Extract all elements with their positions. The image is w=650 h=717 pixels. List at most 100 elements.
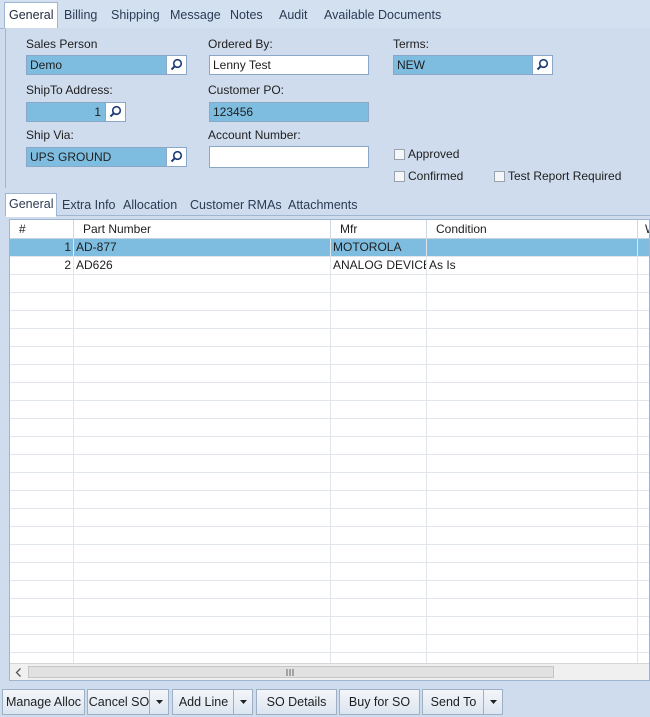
line-tab-general[interactable]: General	[5, 193, 58, 217]
table-cell[interactable]	[10, 527, 74, 545]
table-cell[interactable]	[331, 329, 427, 347]
table-cell[interactable]	[638, 365, 649, 383]
table-cell[interactable]	[331, 491, 427, 509]
table-cell[interactable]	[427, 527, 638, 545]
tab-general[interactable]: General	[4, 2, 59, 29]
table-cell[interactable]	[10, 599, 74, 617]
table-cell[interactable]	[638, 455, 649, 473]
table-cell[interactable]	[638, 635, 649, 653]
tab-audit[interactable]: Audit	[276, 3, 311, 27]
table-cell[interactable]	[638, 599, 649, 617]
table-cell[interactable]	[74, 635, 331, 653]
table-cell[interactable]	[331, 545, 427, 563]
empty-table-row[interactable]	[10, 455, 649, 473]
empty-table-row[interactable]	[10, 419, 649, 437]
table-cell[interactable]	[74, 347, 331, 365]
table-cell[interactable]	[10, 293, 74, 311]
table-cell[interactable]	[331, 419, 427, 437]
table-cell[interactable]	[427, 293, 638, 311]
table-cell[interactable]	[638, 437, 649, 455]
table-cell[interactable]	[638, 257, 649, 275]
table-cell[interactable]	[331, 473, 427, 491]
buy-for-so-button[interactable]: Buy for SO	[339, 689, 420, 715]
empty-table-row[interactable]	[10, 491, 649, 509]
test-report-required-checkbox[interactable]	[494, 171, 505, 182]
empty-table-row[interactable]	[10, 473, 649, 491]
table-cell[interactable]	[638, 527, 649, 545]
ship-via-lookup-button[interactable]	[166, 148, 186, 166]
table-cell[interactable]	[74, 401, 331, 419]
table-cell[interactable]	[427, 347, 638, 365]
table-cell[interactable]	[638, 419, 649, 437]
table-cell[interactable]	[638, 311, 649, 329]
tab-message[interactable]: Message	[167, 3, 224, 27]
table-cell[interactable]	[331, 455, 427, 473]
horizontal-scrollbar[interactable]	[10, 663, 649, 680]
table-cell[interactable]	[10, 275, 74, 293]
cancel-so-dropdown[interactable]	[149, 690, 168, 714]
table-row[interactable]: 1 AD-877 MOTOROLA	[10, 239, 649, 257]
table-cell[interactable]	[74, 419, 331, 437]
tab-shipping[interactable]: Shipping	[108, 3, 163, 27]
table-cell[interactable]	[74, 563, 331, 581]
table-cell[interactable]	[74, 293, 331, 311]
table-cell[interactable]	[10, 347, 74, 365]
table-cell[interactable]	[10, 473, 74, 491]
table-cell[interactable]: MOTOROLA	[331, 239, 427, 257]
table-cell[interactable]	[331, 311, 427, 329]
empty-table-row[interactable]	[10, 617, 649, 635]
table-cell[interactable]	[427, 437, 638, 455]
table-cell[interactable]	[74, 617, 331, 635]
ordered-by-field[interactable]: Lenny Test	[209, 55, 369, 75]
table-row[interactable]: 2 AD626 ANALOG DEVICE As Is	[10, 257, 649, 275]
empty-table-row[interactable]	[10, 509, 649, 527]
table-cell[interactable]	[638, 491, 649, 509]
table-cell[interactable]	[638, 545, 649, 563]
table-cell[interactable]	[10, 437, 74, 455]
table-cell[interactable]	[427, 635, 638, 653]
column-header-w[interactable]: W	[638, 220, 649, 238]
table-cell[interactable]	[638, 473, 649, 491]
table-cell[interactable]	[427, 401, 638, 419]
line-tab-attachments[interactable]: Attachments	[286, 195, 359, 215]
table-cell[interactable]	[331, 509, 427, 527]
table-cell[interactable]	[638, 563, 649, 581]
table-cell[interactable]	[74, 581, 331, 599]
empty-table-row[interactable]	[10, 599, 649, 617]
table-cell[interactable]	[427, 491, 638, 509]
table-cell[interactable]	[74, 527, 331, 545]
ship-via-field[interactable]: UPS GROUND	[26, 147, 187, 167]
empty-table-row[interactable]	[10, 293, 649, 311]
so-details-button[interactable]: SO Details	[256, 689, 337, 715]
empty-table-row[interactable]	[10, 437, 649, 455]
table-cell[interactable]	[427, 329, 638, 347]
column-header-condition[interactable]: Condition	[427, 220, 638, 238]
table-cell[interactable]	[74, 437, 331, 455]
shipto-address-field[interactable]: 1	[26, 102, 126, 122]
table-cell[interactable]	[427, 311, 638, 329]
table-cell[interactable]	[427, 239, 638, 257]
table-cell[interactable]	[638, 293, 649, 311]
empty-table-row[interactable]	[10, 401, 649, 419]
add-line-dropdown[interactable]	[233, 690, 252, 714]
add-line-button[interactable]: Add Line	[172, 689, 253, 715]
table-cell[interactable]	[74, 491, 331, 509]
table-cell[interactable]	[427, 473, 638, 491]
table-cell[interactable]	[10, 563, 74, 581]
shipto-address-lookup-button[interactable]	[105, 103, 125, 121]
empty-table-row[interactable]	[10, 383, 649, 401]
table-cell[interactable]	[74, 455, 331, 473]
table-cell[interactable]	[74, 509, 331, 527]
table-cell[interactable]	[74, 329, 331, 347]
table-cell[interactable]	[638, 509, 649, 527]
table-cell[interactable]	[331, 599, 427, 617]
tab-available-documents[interactable]: Available Documents	[321, 3, 444, 27]
table-cell[interactable]	[427, 455, 638, 473]
empty-table-row[interactable]	[10, 581, 649, 599]
table-cell[interactable]	[427, 383, 638, 401]
table-cell[interactable]	[10, 635, 74, 653]
table-cell[interactable]	[331, 401, 427, 419]
send-to-button[interactable]: Send To	[422, 689, 503, 715]
table-cell[interactable]	[427, 581, 638, 599]
table-cell[interactable]	[638, 617, 649, 635]
